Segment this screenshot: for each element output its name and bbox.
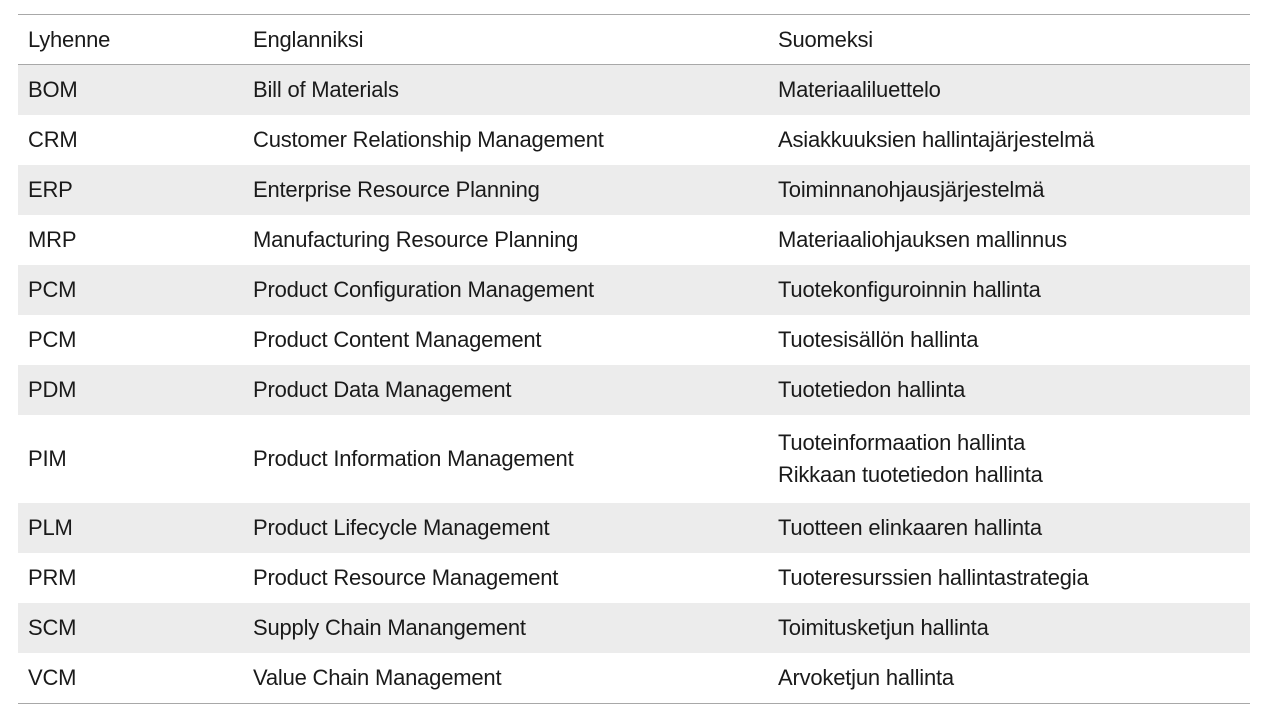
- finnish-term: Materiaaliohjauksen mallinnus: [778, 227, 1067, 252]
- cell-finnish: Tuotesisällön hallinta: [778, 324, 1250, 356]
- finnish-term: Tuotteen elinkaaren hallinta: [778, 515, 1042, 540]
- cell-abbreviation: PDM: [28, 377, 77, 402]
- cell-finnish: Toiminnanohjausjärjestelmä: [778, 174, 1250, 206]
- table-row: PLM Product Lifecycle Management Tuotteen …: [18, 503, 1250, 553]
- table-row: PDM Product Data Management Tuotetiedon ha…: [18, 365, 1250, 415]
- cell-finnish: Tuoteinformaation hallinta Rikkaan tuotet…: [778, 427, 1250, 491]
- table-row: BOM Bill of Materials Materiaaliluettelo: [18, 65, 1250, 115]
- cell-abbreviation: BOM: [28, 77, 78, 102]
- cell-english: Customer Relationship Management: [253, 127, 604, 152]
- finnish-term: Toiminnanohjausjärjestelmä: [778, 177, 1045, 202]
- cell-english: Product Lifecycle Management: [253, 515, 550, 540]
- cell-finnish: Arvoketjun hallinta: [778, 662, 1250, 694]
- cell-english: Manufacturing Resource Planning: [253, 227, 579, 252]
- cell-abbreviation: PCM: [28, 327, 77, 352]
- cell-english: Product Data Management: [253, 377, 512, 402]
- cell-english: Product Content Management: [253, 327, 542, 352]
- table-header-row: Lyhenne Englanniksi Suomeksi: [18, 15, 1250, 65]
- header-finnish: Suomeksi: [778, 26, 873, 52]
- table-row: CRM Customer Relationship Management Asiak…: [18, 115, 1250, 165]
- cell-english: Product Configuration Management: [253, 277, 594, 302]
- cell-abbreviation: ERP: [28, 177, 73, 202]
- table-row: PRM Product Resource Management Tuoteresur…: [18, 553, 1250, 603]
- finnish-term: Toimitusketjun hallinta: [778, 615, 989, 640]
- table-row: ERP Enterprise Resource Planning Toiminnan…: [18, 165, 1250, 215]
- cell-finnish: Toimitusketjun hallinta: [778, 612, 1250, 644]
- table-row: PCM Product Content Management Tuotesisäll…: [18, 315, 1250, 365]
- cell-abbreviation: PRM: [28, 565, 77, 590]
- cell-abbreviation: VCM: [28, 665, 77, 690]
- finnish-term: Tuotesisällön hallinta: [778, 327, 979, 352]
- cell-finnish: Tuotekonfiguroinnin hallinta: [778, 274, 1250, 306]
- abbreviation-table: Lyhenne Englanniksi Suomeksi BOM Bill of …: [18, 14, 1250, 704]
- finnish-term: Rikkaan tuotetiedon hallinta: [778, 462, 1043, 487]
- table-row: SCM Supply Chain Manangement Toimitusketju…: [18, 603, 1250, 653]
- cell-english: Enterprise Resource Planning: [253, 177, 540, 202]
- finnish-term: Materiaaliluettelo: [778, 77, 941, 102]
- cell-finnish: Tuotetiedon hallinta: [778, 374, 1250, 406]
- cell-finnish: Tuotteen elinkaaren hallinta: [778, 512, 1250, 544]
- cell-abbreviation: CRM: [28, 127, 78, 152]
- header-english: Englanniksi: [253, 26, 364, 52]
- cell-english: Bill of Materials: [253, 77, 399, 102]
- finnish-term: Tuoteresurssien hallintastrategia: [778, 565, 1089, 590]
- cell-finnish: Asiakkuuksien hallintajärjestelmä: [778, 124, 1250, 156]
- table-row: PCM Product Configuration Management Tuote…: [18, 265, 1250, 315]
- table-row: PIM Product Information Management Tuotein…: [18, 415, 1250, 503]
- table-row: MRP Manufacturing Resource Planning Materi…: [18, 215, 1250, 265]
- cell-english: Value Chain Management: [253, 665, 502, 690]
- header-abbreviation: Lyhenne: [28, 26, 111, 52]
- cell-abbreviation: SCM: [28, 615, 77, 640]
- cell-finnish: Tuoteresurssien hallintastrategia: [778, 562, 1250, 594]
- cell-finnish: Materiaaliluettelo: [778, 74, 1250, 106]
- finnish-term: Tuotekonfiguroinnin hallinta: [778, 277, 1041, 302]
- cell-abbreviation: PCM: [28, 277, 77, 302]
- finnish-term: Asiakkuuksien hallintajärjestelmä: [778, 127, 1095, 152]
- finnish-term: Arvoketjun hallinta: [778, 665, 954, 690]
- cell-english: Product Information Management: [253, 446, 574, 471]
- table-body: BOM Bill of Materials Materiaaliluettelo CR…: [18, 65, 1250, 703]
- cell-abbreviation: PIM: [28, 446, 67, 471]
- finnish-term: Tuotetiedon hallinta: [778, 377, 966, 402]
- finnish-term: Tuoteinformaation hallinta: [778, 430, 1026, 455]
- cell-english: Product Resource Management: [253, 565, 559, 590]
- cell-finnish: Materiaaliohjauksen mallinnus: [778, 224, 1250, 256]
- cell-abbreviation: PLM: [28, 515, 73, 540]
- cell-abbreviation: MRP: [28, 227, 77, 252]
- cell-english: Supply Chain Manangement: [253, 615, 526, 640]
- table-row: VCM Value Chain Management Arvoketjun hall…: [18, 653, 1250, 703]
